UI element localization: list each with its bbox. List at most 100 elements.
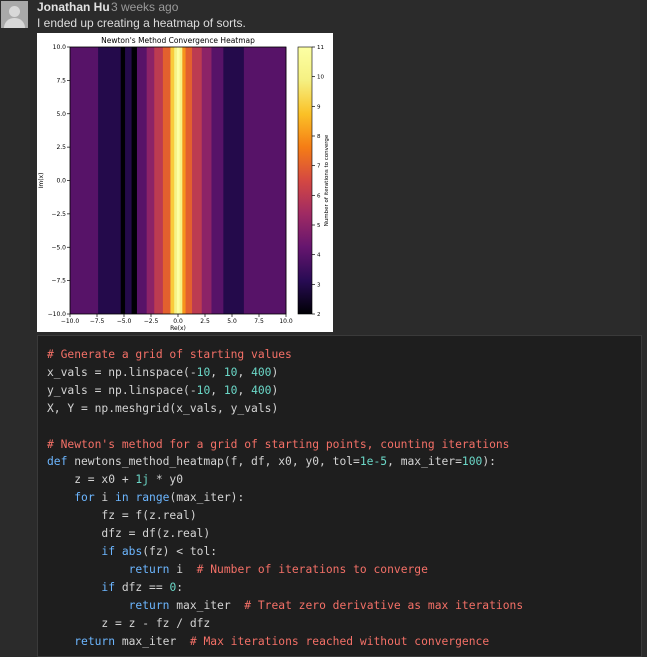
colorbar-tick-label: 10 (317, 75, 324, 81)
code-token: ) (271, 365, 279, 379)
code-token: y_vals = np.linspace(- (47, 383, 197, 397)
code-keyword: if (101, 580, 116, 594)
code-keyword: in (115, 491, 129, 505)
code-token: , (237, 365, 252, 379)
code-number: 1e-5 (359, 455, 388, 469)
heatmap-cell (201, 47, 212, 314)
code-token: , max_iter= (387, 455, 462, 469)
code-token: x_vals = np.linspace(- (47, 365, 197, 379)
heatmap-cell (182, 47, 186, 314)
code-number: 10 (223, 365, 238, 379)
code-token: max_iter (169, 598, 245, 612)
y-tick-label: 5.0 (56, 111, 66, 118)
code-token: : (176, 580, 184, 594)
x-tick-label: 10.0 (279, 318, 293, 325)
code-comment: # Newton's method for a grid of starting… (47, 437, 510, 451)
code-token: dfz == (115, 580, 170, 594)
code-keyword: return (128, 598, 170, 612)
colorbar (297, 46, 313, 315)
y-tick-label: −10.0 (48, 311, 67, 318)
comment-text: I ended up creating a heatmap of sorts. (37, 16, 246, 30)
heatmap-cell (125, 47, 132, 314)
code-number: 10 (196, 365, 211, 379)
heatmap-cell (120, 47, 126, 314)
colorbar-tick-label: 5 (317, 223, 321, 229)
y-tick-label: 2.5 (56, 144, 66, 151)
code-number: 100 (461, 455, 483, 469)
heatmap-image: Newton's Method Convergence Heatmap −10.0… (37, 33, 333, 332)
code-token: max_iter (115, 634, 190, 648)
code-comment: # Max iterations reached without converg… (189, 634, 490, 648)
code-number: 400 (251, 383, 272, 397)
x-tick-label: −5.0 (117, 318, 132, 325)
heatmap-cell (211, 47, 224, 314)
code-token: ) (271, 383, 279, 397)
y-axis-label: Im(x) (38, 173, 45, 189)
y-tick-label: 10.0 (53, 44, 67, 51)
comment-timestamp: 3 weeks ago (111, 0, 179, 14)
code-token: i (169, 562, 197, 576)
code-token: , (210, 365, 224, 379)
code-token: , (210, 383, 224, 397)
y-tick-label: −5.0 (51, 244, 66, 251)
code-token: z = z - fz / dfz (47, 616, 211, 630)
code-keyword: abs (121, 544, 143, 558)
code-keyword: return (128, 562, 170, 576)
comment-author[interactable]: Jonathan Hu (37, 0, 110, 14)
chart-title: Newton's Method Convergence Heatmap (101, 36, 255, 45)
code-token: (max_iter): (169, 491, 245, 505)
colorbar-tick-label: 4 (317, 253, 321, 259)
code-comment: # Treat zero derivative as max iteration… (244, 598, 524, 612)
x-tick-label: 0.0 (173, 318, 183, 325)
heatmap-cell (154, 47, 164, 314)
heatmap-cell (170, 47, 175, 314)
code-token: fz = f(z.real) (47, 509, 197, 523)
heatmap-cell (146, 47, 155, 314)
heatmap-cell (131, 47, 138, 314)
heatmap-cell (179, 47, 183, 314)
code-number: 400 (251, 365, 272, 379)
code-keyword: range (135, 491, 170, 505)
colorbar-label: Number of iterations to converge (324, 134, 330, 226)
code-keyword: def (47, 455, 68, 469)
code-token: (fz) < tol: (142, 544, 218, 558)
colorbar-tick-label: 7 (317, 164, 321, 170)
code-keyword: if (101, 544, 116, 558)
x-tick-label: 2.5 (200, 318, 210, 325)
heatmap-cell (185, 47, 193, 314)
code-number: 10 (196, 383, 211, 397)
x-tick-label: 5.0 (227, 318, 237, 325)
y-tick-label: −7.5 (51, 278, 66, 285)
heatmap-cell (243, 47, 287, 314)
colorbar-tick-label: 8 (317, 134, 321, 140)
code-keyword: return (74, 634, 116, 648)
code-token: ): (482, 455, 496, 469)
x-tick-label: −10.0 (61, 318, 80, 325)
heatmap-cell (162, 47, 171, 314)
code-comment: # Number of iterations to converge (196, 562, 428, 576)
heatmap-cell (70, 47, 99, 314)
x-tick-label: −2.5 (144, 318, 159, 325)
avatar[interactable] (1, 1, 28, 28)
colorbar-tick-label: 2 (317, 312, 321, 318)
code-keyword: for (74, 491, 95, 505)
colorbar-tick-label: 3 (317, 282, 321, 288)
avatar-body (4, 18, 25, 28)
colorbar-tick-label: 9 (317, 104, 321, 110)
code-number: 1j (135, 473, 150, 487)
heatmap-cell (136, 47, 148, 314)
code-token: z = x0 + (47, 473, 136, 487)
heatmap-chart: Newton's Method Convergence Heatmap −10.0… (38, 36, 330, 332)
code-token: X, Y = np.meshgrid(x_vals, y_vals) (47, 401, 279, 415)
heatmap-cell (174, 47, 178, 314)
colorbar-tick-label: 6 (317, 193, 321, 199)
code-block: # Generate a grid of starting values x_v… (37, 335, 642, 657)
code-comment: # Generate a grid of starting values (47, 348, 292, 361)
code-token: dfz = df(z.real) (47, 527, 211, 541)
y-tick-label: 7.5 (56, 77, 66, 84)
y-tick-label: −2.5 (51, 211, 66, 218)
